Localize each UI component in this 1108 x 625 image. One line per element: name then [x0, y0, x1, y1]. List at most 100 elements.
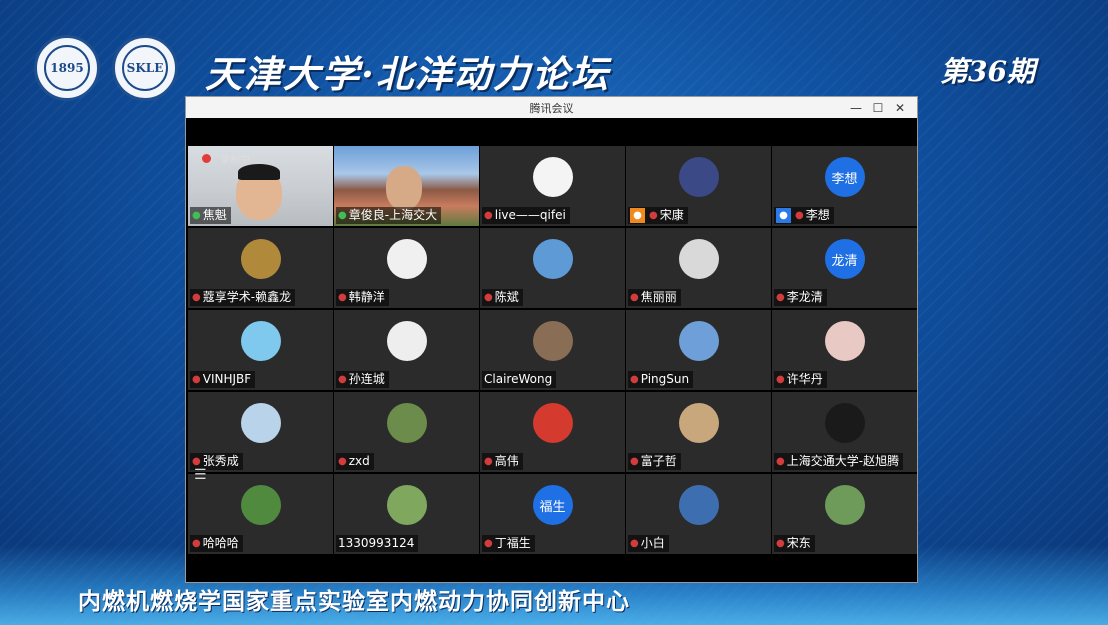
- participant-tile[interactable]: ● VINHJBF: [188, 310, 333, 390]
- microphone-muted-icon: ●: [338, 292, 347, 303]
- participant-tile[interactable]: ● 陈斌: [480, 228, 625, 308]
- participant-nameplate: ● live——qifei: [482, 207, 570, 224]
- issue-number: 第36期: [940, 55, 1035, 88]
- participant-name: 章俊良-上海交大: [348, 208, 438, 222]
- minimize-button[interactable]: —: [845, 101, 867, 115]
- participant-name: 上海交通大学-赵旭腾: [786, 454, 900, 468]
- microphone-muted-icon: ●: [192, 538, 201, 549]
- list-icon[interactable]: ☰: [194, 467, 207, 483]
- microphone-muted-icon: ●: [630, 292, 639, 303]
- participant-nameplate: ● 章俊良-上海交大: [336, 207, 442, 224]
- participant-name: PingSun: [640, 372, 690, 386]
- participant-name: 焦魁: [202, 208, 227, 222]
- participant-tile[interactable]: ● 高伟: [480, 392, 625, 472]
- microphone-muted-icon: ●: [630, 374, 639, 385]
- participant-tile[interactable]: 1330993124: [334, 474, 479, 554]
- avatar: [678, 239, 719, 279]
- participant-name: 小白: [640, 536, 665, 550]
- participant-tile[interactable]: ● 上海交通大学-赵旭腾: [772, 392, 917, 472]
- avatar-initials: 李想: [824, 157, 865, 197]
- logo-text: SKLE: [122, 45, 168, 91]
- participant-nameplate: ● zxd: [336, 453, 374, 470]
- logo-text: 1895: [44, 45, 90, 91]
- close-button[interactable]: ✕: [889, 101, 911, 115]
- participant-nameplate: ● VINHJBF: [190, 371, 256, 388]
- participant-tile[interactable]: ● 章俊良-上海交大: [334, 146, 479, 226]
- microphone-muted-icon: ●: [776, 538, 785, 549]
- avatar: [240, 321, 281, 361]
- participant-name: 焦丽丽: [640, 290, 677, 304]
- participant-tile[interactable]: ● 许华丹: [772, 310, 917, 390]
- microphone-muted-icon: ●: [484, 210, 493, 221]
- participant-tile[interactable]: ● ● 宋康: [626, 146, 771, 226]
- person-silhouette: [386, 166, 422, 210]
- participant-nameplate: ● 蔻享学术-赖鑫龙: [190, 289, 296, 306]
- hair: [238, 164, 280, 180]
- participant-tile[interactable]: ● 小白: [626, 474, 771, 554]
- toolbar-band: [186, 118, 917, 146]
- participant-tile[interactable]: ● 韩静洋: [334, 228, 479, 308]
- participant-tile[interactable]: ● 张秀成: [188, 392, 333, 472]
- participant-tile[interactable]: 李想 ● ● 李想: [772, 146, 917, 226]
- participant-tile[interactable]: ClaireWong: [480, 310, 625, 390]
- participant-nameplate: ● 高伟: [482, 453, 523, 470]
- participant-tile[interactable]: 龙清 ● 李龙清: [772, 228, 917, 308]
- avatar: [532, 239, 573, 279]
- participant-nameplate: ● 李龙清: [774, 289, 827, 306]
- participant-name: zxd: [348, 454, 370, 468]
- participant-tile[interactable]: ● 哈哈哈: [188, 474, 333, 554]
- participant-nameplate: ● ● 宋康: [628, 207, 688, 224]
- footer-text: 内燃机燃烧学国家重点实验室内燃动力协同创新中心: [78, 589, 630, 615]
- participant-tile[interactable]: ● 宋东: [772, 474, 917, 554]
- microphone-muted-icon: ●: [484, 292, 493, 303]
- avatar: [240, 485, 281, 525]
- avatar: [386, 321, 427, 361]
- maximize-button[interactable]: ☐: [867, 101, 889, 115]
- participant-nameplate: ● 陈斌: [482, 289, 523, 306]
- participant-nameplate: ● 哈哈哈: [190, 535, 243, 552]
- participant-name: 张秀成: [202, 454, 239, 468]
- recording-indicator-icon: [202, 154, 211, 163]
- participant-tile[interactable]: ● zxd: [334, 392, 479, 472]
- participant-name: 李想: [805, 208, 830, 222]
- avatar: [824, 321, 865, 361]
- participant-nameplate: ClaireWong: [482, 371, 557, 388]
- participant-nameplate: ● 宋东: [774, 535, 815, 552]
- microphone-icon: ●: [192, 210, 201, 221]
- window-title: 腾讯会议: [529, 101, 574, 115]
- participant-nameplate: ● PingSun: [628, 371, 694, 388]
- microphone-muted-icon: ●: [776, 456, 785, 467]
- meeting-window: 腾讯会议 — ☐ ✕ 录制中 ● 焦魁 ● 章俊良-上海交大 ● live——qifei ● ●…: [186, 97, 917, 582]
- avatar-initials: 龙清: [824, 239, 865, 279]
- microphone-muted-icon: ●: [484, 538, 493, 549]
- avatar: [532, 157, 573, 197]
- participant-name: 蔻享学术-赖鑫龙: [202, 290, 292, 304]
- participant-tile[interactable]: ● PingSun: [626, 310, 771, 390]
- avatar: [532, 403, 573, 443]
- avatar: [532, 321, 573, 361]
- participant-tile[interactable]: ● 蔻享学术-赖鑫龙: [188, 228, 333, 308]
- tianjin-university-logo: 1895: [34, 35, 100, 101]
- avatar: [678, 157, 719, 197]
- participant-nameplate: ● 焦魁: [190, 207, 231, 224]
- participant-name: 陈斌: [494, 290, 519, 304]
- avatar: [824, 485, 865, 525]
- participant-tile[interactable]: 录制中 ● 焦魁: [188, 146, 333, 226]
- window-titlebar[interactable]: 腾讯会议 — ☐ ✕: [186, 97, 917, 118]
- avatar: [386, 239, 427, 279]
- participant-tile[interactable]: ● 孙连城: [334, 310, 479, 390]
- participant-name: live——qifei: [494, 208, 566, 222]
- participant-tile[interactable]: ● 富子哲: [626, 392, 771, 472]
- microphone-muted-icon: ●: [192, 292, 201, 303]
- window-controls: — ☐ ✕: [845, 97, 911, 118]
- forum-title: 天津大学·北洋动力论坛: [205, 52, 610, 96]
- microphone-muted-icon: ●: [192, 374, 201, 385]
- microphone-muted-icon: ●: [484, 456, 493, 467]
- avatar: [386, 403, 427, 443]
- avatar: [386, 485, 427, 525]
- participant-tile[interactable]: 福生 ● 丁福生: [480, 474, 625, 554]
- user-role-icon: ●: [776, 208, 791, 223]
- participant-tile[interactable]: ● live——qifei: [480, 146, 625, 226]
- participant-tile[interactable]: ● 焦丽丽: [626, 228, 771, 308]
- avatar: [678, 485, 719, 525]
